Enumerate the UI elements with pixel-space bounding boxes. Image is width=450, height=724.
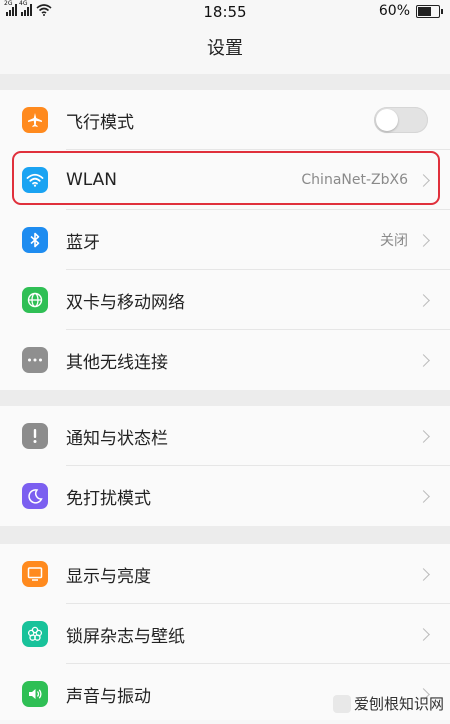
notification-icon: [22, 423, 48, 449]
row-label: 锁屏杂志与壁纸: [66, 626, 185, 647]
battery-icon: [416, 4, 443, 18]
bluetooth-status: 关闭: [380, 233, 408, 249]
chevron-right-icon: [417, 233, 430, 247]
toggle-knob: [376, 109, 398, 131]
notification-group: 通知与状态栏 免打扰模式: [0, 406, 450, 526]
row-label: WLAN: [66, 170, 118, 190]
status-bar: 2G 4G 18:55 60%: [0, 0, 450, 24]
moon-icon: [22, 483, 48, 509]
chevron-right-icon: [417, 489, 430, 503]
row-label: 通知与状态栏: [66, 428, 168, 449]
speaker-icon: [22, 681, 48, 707]
more-icon: [22, 347, 48, 373]
chevron-right-icon: [417, 627, 430, 641]
section-gap: [0, 390, 450, 406]
settings-row-dual-sim[interactable]: 双卡与移动网络: [0, 270, 450, 330]
row-label: 双卡与移动网络: [66, 292, 185, 313]
battery-percentage: 60%: [378, 3, 410, 19]
section-gap: [0, 526, 450, 544]
settings-row-airplane-mode[interactable]: 飞行模式: [0, 90, 450, 150]
connectivity-group: 飞行模式 WLAN ChinaNet-ZbX6 蓝牙 关闭 双卡与移动网络 其他…: [0, 90, 450, 390]
watermark-text: 爱刨根知识网: [353, 695, 444, 713]
wlan-network-name: ChinaNet-ZbX6: [301, 172, 408, 188]
settings-row-lockscreen[interactable]: 锁屏杂志与壁纸: [0, 604, 450, 664]
settings-row-wlan[interactable]: WLAN ChinaNet-ZbX6: [0, 150, 450, 210]
battery-status: 60%: [378, 3, 443, 19]
watermark: 爱刨根知识网: [332, 693, 444, 714]
airplane-mode-toggle[interactable]: [374, 107, 428, 133]
settings-row-other-wireless[interactable]: 其他无线连接: [0, 330, 450, 390]
row-label: 其他无线连接: [66, 352, 168, 373]
settings-row-bluetooth[interactable]: 蓝牙 关闭: [0, 210, 450, 270]
flower-icon: [22, 621, 48, 647]
settings-row-notifications[interactable]: 通知与状态栏: [0, 406, 450, 466]
chevron-right-icon: [417, 173, 430, 187]
globe-icon: [22, 287, 48, 313]
display-icon: [22, 561, 48, 587]
row-label: 飞行模式: [66, 112, 134, 133]
chevron-right-icon: [417, 353, 430, 367]
chevron-right-icon: [417, 567, 430, 581]
chevron-right-icon: [417, 293, 430, 307]
settings-row-do-not-disturb[interactable]: 免打扰模式: [0, 466, 450, 526]
row-label: 蓝牙: [66, 232, 100, 253]
row-label: 显示与亮度: [66, 566, 151, 587]
watermark-logo-icon: [332, 694, 351, 713]
section-gap: [0, 74, 450, 90]
airplane-icon: [22, 107, 48, 133]
row-label: 声音与振动: [66, 686, 151, 707]
row-label: 免打扰模式: [66, 488, 151, 509]
settings-row-display[interactable]: 显示与亮度: [0, 544, 450, 604]
bluetooth-icon: [22, 227, 48, 253]
wifi-icon: [22, 167, 48, 193]
page-title: 设置: [207, 38, 243, 59]
chevron-right-icon: [417, 429, 430, 443]
